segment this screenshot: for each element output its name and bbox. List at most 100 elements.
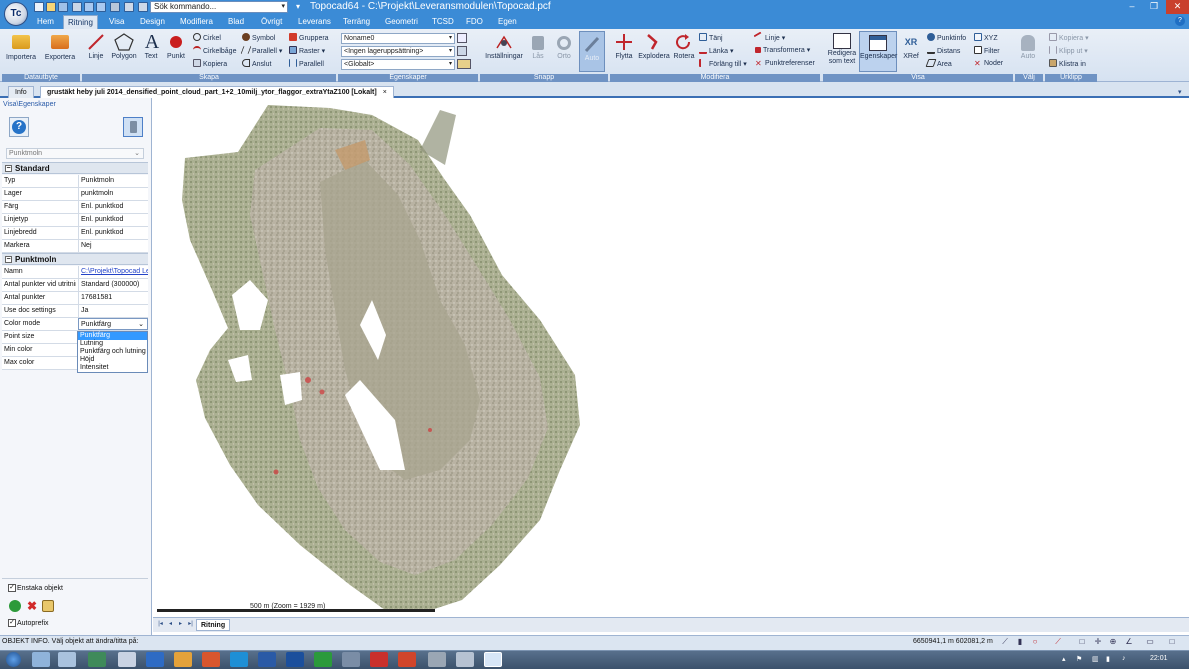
point-reference-button[interactable]: ✕ Punktreferenser [755,59,815,69]
flag-icon[interactable]: ⚑ [1076,655,1082,663]
screen-icon[interactable]: □ [1167,637,1177,647]
tab-hem[interactable]: Hem [33,15,58,29]
dropdown-option[interactable]: Lutning [78,340,147,348]
move-button[interactable]: Flytta [613,33,635,60]
property-row[interactable]: Linjetyp Enl. punktkod [2,214,148,227]
group-button[interactable]: Gruppera [289,33,329,43]
rotate-button[interactable]: Rotera [672,33,696,60]
collapse-icon[interactable]: − [5,165,12,172]
tab-ovrigt[interactable]: Övrigt [257,15,286,29]
arc-button[interactable]: Cirkelbåge [193,46,236,56]
tab-egen[interactable]: Egen [494,15,521,29]
polygon-button[interactable]: Polygon [110,33,138,60]
property-row[interactable]: Färg Enl. punktkod [2,201,148,214]
taskbar-app-icon[interactable] [370,652,388,667]
explode-button[interactable]: Explodera [638,33,670,60]
taskbar-app-icon[interactable] [32,652,50,667]
dropdown-option[interactable]: Höjd [78,356,147,364]
taskbar-app-icon[interactable] [58,652,76,667]
xyz-button[interactable]: XYZ [974,33,998,43]
property-value[interactable]: 17681581 [78,292,148,304]
quick-access-dropdown-icon[interactable]: ▾ [296,2,300,11]
taskbar-app-icon[interactable] [484,652,502,667]
help-icon[interactable]: ? [1175,16,1185,26]
auto-snap-button[interactable]: Auto [579,31,605,72]
device-button[interactable] [123,117,143,137]
parallel2-button[interactable]: Parallell [289,59,324,69]
layout-icon[interactable] [138,2,148,12]
point-button[interactable]: Punkt [164,33,188,60]
dropdown-option[interactable]: Punktfärg [78,332,147,340]
tab-visa[interactable]: Visa [105,15,128,29]
delete-icon[interactable]: ✖ [26,600,38,612]
prev-sheet-icon[interactable]: ◂ [167,621,174,628]
taskbar-app-icon[interactable] [342,652,360,667]
ortho-status-icon[interactable]: ○ [1030,637,1040,647]
circle-button[interactable]: Cirkel [193,33,221,43]
first-sheet-icon[interactable]: |◂ [157,621,164,628]
add-icon[interactable] [9,600,21,612]
global-combo[interactable]: <Globalt> ▾ [341,59,455,70]
copy-create-button[interactable]: Kopiera [193,59,227,69]
tab-blad[interactable]: Blad [224,15,248,29]
copy-clipboard-button[interactable]: Kopiera ▾ [1049,33,1089,43]
property-value[interactable]: Enl. punktkod [78,214,148,226]
tab-list-chevron-icon[interactable]: ▾ [1178,88,1182,96]
line-modify-button[interactable]: Linje ▾ [753,31,785,43]
next-sheet-icon[interactable]: ▸ [177,621,184,628]
stretch-button[interactable]: Tänj [699,33,723,43]
taskbar-app-icon[interactable] [118,652,136,667]
save-icon[interactable] [58,2,68,12]
cut-button[interactable]: Klipp ut ▾ [1049,46,1088,56]
tab-geometri[interactable]: Geometri [381,15,422,29]
name-combo[interactable]: Noname0 ▾ [341,33,455,44]
tray-chevron-icon[interactable]: ▴ [1062,655,1066,663]
app-logo-icon[interactable]: Tc [4,2,28,26]
xref-button[interactable]: XR XRef [900,33,922,60]
single-objects-checkbox[interactable]: ✓ [8,584,16,592]
command-search-input[interactable]: Sök kommando... ▾ [150,1,288,13]
taskbar-app-icon[interactable] [202,652,220,667]
text-button[interactable]: A Text [142,32,160,60]
name-settings-icon[interactable] [457,33,467,43]
taskbar-app-icon[interactable] [456,652,474,667]
property-row[interactable]: Typ Punktmoln [2,175,148,188]
tab-document[interactable]: grustäkt heby juli 2014_densified_point_… [40,86,394,98]
target-icon[interactable]: ⊕ [1108,637,1118,647]
auto-select-button[interactable]: Auto [1018,33,1038,60]
crosshair-icon[interactable]: ✛ [1093,637,1103,647]
property-row[interactable]: Markera Nej [2,240,148,253]
property-value[interactable]: Punktmoln [78,175,148,187]
section-standard[interactable]: − Standard [2,162,148,174]
window-layout-icon[interactable]: ▭ [1145,637,1155,647]
transform-button[interactable]: Transformera ▾ [755,46,810,56]
rect-select-icon[interactable]: □ [1077,637,1087,647]
properties-button[interactable]: Egenskaper [859,31,897,72]
filter-button[interactable]: Filter [974,46,1000,56]
angle-icon[interactable]: ∠ [1124,637,1134,647]
taskbar-app-icon[interactable] [88,652,106,667]
export-button[interactable]: Exportera [42,33,78,61]
property-row[interactable]: Antal punkter vid utritning Standard (300… [2,279,148,292]
network-icon[interactable]: ▥ [1092,655,1099,663]
tab-terrang[interactable]: Terräng [339,15,374,29]
undo-icon[interactable] [84,2,94,12]
volume-icon[interactable]: ♪ [1122,655,1126,662]
property-value[interactable]: punktmoln [78,188,148,200]
property-value[interactable]: Nej [78,240,148,252]
import-button[interactable]: Importera [4,33,38,61]
extend-button[interactable]: Förläng till ▾ [699,59,747,69]
redo-icon[interactable] [96,2,106,12]
point-info-button[interactable]: Punktinfo [927,33,966,43]
window-icon[interactable] [124,2,134,12]
sheet-tab-ritning[interactable]: Ritning [196,619,231,631]
edit-as-text-button[interactable]: Redigera som text [826,33,858,66]
zoom-icon[interactable] [110,2,120,12]
layer-settings-icon[interactable] [457,46,467,56]
connect-button[interactable]: Anslut [242,59,271,69]
edit-icon[interactable] [42,600,54,612]
close-tab-icon[interactable]: × [383,89,387,96]
start-button-icon[interactable] [6,652,21,667]
file-path-link[interactable]: C:\Projekt\Topocad Lev [78,266,148,278]
taskbar-app-icon[interactable] [174,652,192,667]
